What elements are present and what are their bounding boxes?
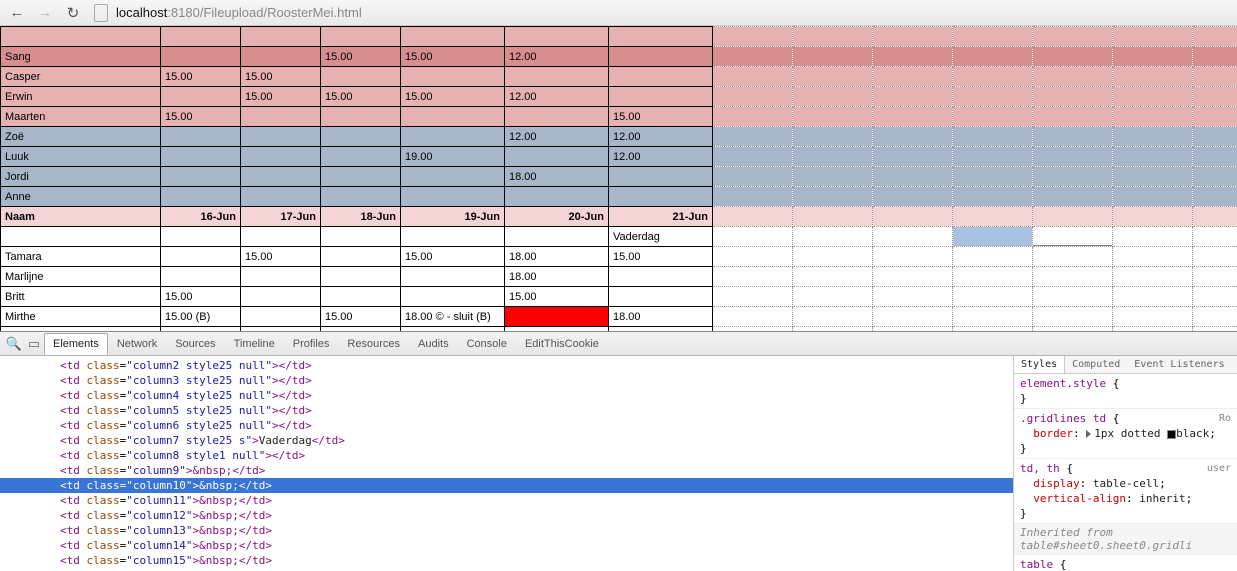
styles-tab-bar: StylesComputedEvent ListenersDO <box>1014 356 1237 374</box>
url-path: /Fileupload/RoosterMei.html <box>200 5 362 20</box>
row-name: Anne <box>1 187 161 207</box>
style-rule[interactable]: element.style {} <box>1014 374 1237 409</box>
styles-tab-event-listeners[interactable]: Event Listeners <box>1127 356 1231 373</box>
vaderdag-cell: Vaderdag <box>609 227 713 247</box>
row-name: Zoë <box>1 127 161 147</box>
dom-node[interactable]: <td class="column14">&nbsp;</td> <box>0 538 1013 553</box>
back-button[interactable]: ← <box>6 3 28 23</box>
style-rule[interactable]: Ro.gridlines td { border: 1px dotted bla… <box>1014 409 1237 459</box>
url-bar[interactable]: localhost:8180/Fileupload/RoosterMei.htm… <box>114 2 1231 24</box>
devtools-body: <td class="column2 style25 null"></td><t… <box>0 356 1237 571</box>
row-name <box>1 27 161 47</box>
table-row: Anne <box>1 187 1237 207</box>
table-row: Marlijne18.00 <box>1 267 1237 287</box>
styles-tab-do[interactable]: DO <box>1232 356 1237 373</box>
table-row <box>1 27 1237 47</box>
row-name: Tamara <box>1 247 161 267</box>
dom-node[interactable]: <td class="column5 style25 null"></td> <box>0 403 1013 418</box>
page-content[interactable]: Sang15.0015.0012.00Casper15.0015.00Erwin… <box>0 26 1237 332</box>
style-rule[interactable]: usertd, th { display: table-cell; vertic… <box>1014 459 1237 524</box>
row-name: Britt <box>1 287 161 307</box>
row-name: Florine <box>1 327 161 333</box>
row-name: Maarten <box>1 107 161 127</box>
subheader-row: Vaderdag td.column12 89px × 20px <box>1 227 1237 247</box>
reload-button[interactable]: ↻ <box>62 3 84 23</box>
header-name: Naam <box>1 207 161 227</box>
row-name: Marlijne <box>1 267 161 287</box>
table-row: Britt15.0015.00 <box>1 287 1237 307</box>
url-port: :8180 <box>167 5 200 20</box>
devtools-tab-bar: 🔍 ▭ ElementsNetworkSourcesTimelineProfil… <box>0 332 1237 356</box>
inherited-from[interactable]: Inherited from table#sheet0.sheet0.gridl… <box>1014 524 1237 555</box>
dom-node[interactable]: <td class="column15">&nbsp;</td> <box>0 553 1013 568</box>
table-row: Luuk19.0012.00 <box>1 147 1237 167</box>
url-host: localhost <box>116 5 167 20</box>
forward-button[interactable]: → <box>34 3 56 23</box>
dom-node[interactable]: <td class="column10">&nbsp;</td> <box>0 478 1013 493</box>
row-name: Mirthe <box>1 307 161 327</box>
styles-panel[interactable]: StylesComputedEvent ListenersDO element.… <box>1013 356 1237 571</box>
page-icon <box>94 4 108 22</box>
dom-tree-panel[interactable]: <td class="column2 style25 null"></td><t… <box>0 356 1013 571</box>
dom-node[interactable]: <td class="column11">&nbsp;</td> <box>0 493 1013 508</box>
dom-node[interactable]: <td class="column2 style25 null"></td> <box>0 358 1013 373</box>
devtools-tab-console[interactable]: Console <box>458 333 516 355</box>
dom-node[interactable]: <td class="column4 style25 null"></td> <box>0 388 1013 403</box>
dom-node[interactable]: <td class="column13">&nbsp;</td> <box>0 523 1013 538</box>
devtools-tab-resources[interactable]: Resources <box>338 333 409 355</box>
dom-node[interactable]: <td class="column7 style25 s">Vaderdag</… <box>0 433 1013 448</box>
dom-node[interactable]: <td class="column3 style25 null"></td> <box>0 373 1013 388</box>
devtools-tab-profiles[interactable]: Profiles <box>284 333 339 355</box>
row-name: Sang <box>1 47 161 67</box>
table-row: Tamara15.0015.0018.0015.00 <box>1 247 1237 267</box>
dom-node[interactable]: <td class="column8 style1 null"></td> <box>0 448 1013 463</box>
devtools-tab-editthiscookie[interactable]: EditThisCookie <box>516 333 608 355</box>
browser-toolbar: ← → ↻ localhost:8180/Fileupload/RoosterM… <box>0 0 1237 26</box>
devtools-tab-elements[interactable]: Elements <box>44 333 108 355</box>
table-row: Mirthe15.00 (B)15.0018.00 © - sluit (B)1… <box>1 307 1237 327</box>
row-name: Erwin <box>1 87 161 107</box>
highlighted-cell <box>953 227 1033 247</box>
dom-node[interactable]: <td class="column9">&nbsp;</td> <box>0 463 1013 478</box>
devtools-tab-sources[interactable]: Sources <box>166 333 224 355</box>
device-icon[interactable]: ▭ <box>24 334 44 354</box>
row-name: Jordi <box>1 167 161 187</box>
table-row: Jordi18.00 <box>1 167 1237 187</box>
row-name: Casper <box>1 67 161 87</box>
styles-tab-computed[interactable]: Computed <box>1065 356 1127 373</box>
table-row: Erwin15.0015.0015.0012.00 <box>1 87 1237 107</box>
element-tooltip: td.column12 89px × 20px <box>1033 245 1113 247</box>
header-row: Naam 16-Jun 17-Jun 18-Jun 19-Jun 20-Jun … <box>1 207 1237 227</box>
devtools-tab-audits[interactable]: Audits <box>409 333 458 355</box>
dom-node[interactable]: <td class="column12">&nbsp;</td> <box>0 508 1013 523</box>
table-row: Sang15.0015.0012.00 <box>1 47 1237 67</box>
styles-tab-styles[interactable]: Styles <box>1014 356 1065 373</box>
dom-node[interactable]: <td class="column6 style25 null"></td> <box>0 418 1013 433</box>
search-icon[interactable]: 🔍 <box>4 334 24 354</box>
devtools-tab-timeline[interactable]: Timeline <box>225 333 284 355</box>
devtools-tab-network[interactable]: Network <box>108 333 166 355</box>
row-name: Luuk <box>1 147 161 167</box>
table-row: Maarten15.0015.00 <box>1 107 1237 127</box>
style-rule[interactable]: table { <box>1014 555 1237 571</box>
table-row: Zoë12.0012.00 <box>1 127 1237 147</box>
table-row: Florine <box>1 327 1237 333</box>
table-row: Casper15.0015.00 <box>1 67 1237 87</box>
schedule-table: Sang15.0015.0012.00Casper15.0015.00Erwin… <box>0 26 1237 332</box>
